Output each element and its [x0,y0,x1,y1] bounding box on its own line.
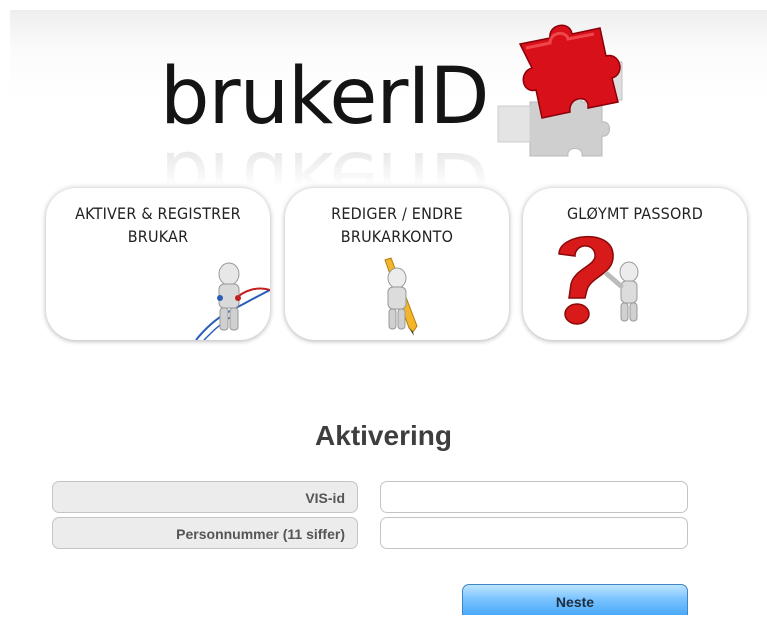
card-title: AKTIVER & REGISTRER BRUKAR [75,204,241,246]
person-with-pencil-icon [384,257,418,336]
card-title: GLØYMT PASSORD [566,204,704,223]
card-title: REDIGER / ENDRE BRUKARKONTO [331,204,463,246]
person-with-cables-icon [195,262,270,340]
form-title: Aktivering [315,420,452,451]
personnummer-label: Personnummer (11 siffer) [52,517,358,549]
person-with-question-mark-icon [558,236,639,325]
next-button[interactable]: Neste [462,584,688,615]
card-activate-register[interactable]: AKTIVER & REGISTRER BRUKAR [46,188,270,340]
personnummer-input[interactable] [380,517,688,549]
vis-id-input[interactable] [380,481,688,513]
puzzle-icon [497,24,623,157]
logo: brukerID brukerID [160,24,630,224]
card-edit-account[interactable]: REDIGER / ENDRE BRUKARKONTO [285,188,509,340]
card-forgot-password[interactable]: GLØYMT PASSORD [523,188,747,340]
logo-text: brukerID [160,52,490,142]
vis-id-label: VIS-id [52,481,358,513]
